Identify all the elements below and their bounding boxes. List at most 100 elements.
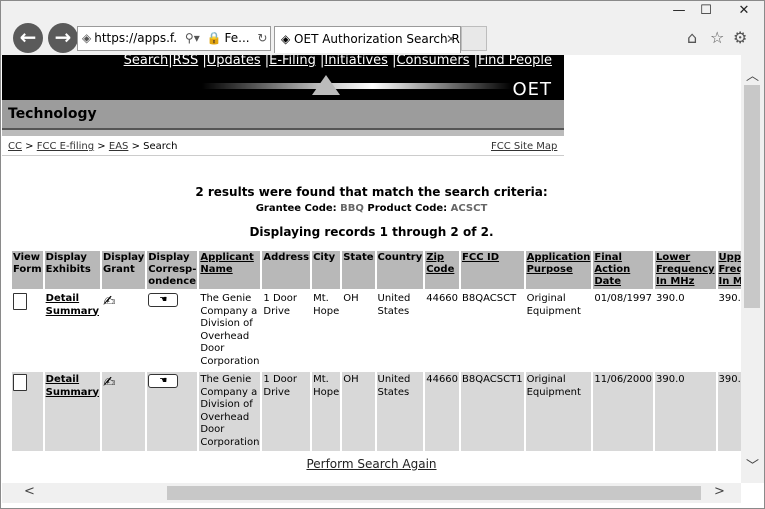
settings-icon[interactable]: ⚙ [733,28,747,47]
grantee-label: Grantee Code: [255,203,337,214]
cell-state: OH [341,370,377,451]
table-header-row: View Form Display Exhibits Display Grant… [12,251,741,290]
nav-link-updates[interactable]: Updates [207,55,261,68]
correspondence-icon[interactable]: ☚ [148,293,179,307]
vertical-scrollbar[interactable]: ︿ ﹀ [741,55,764,483]
search-criteria: Grantee Code: BBQ Product Code: ACSCT [2,203,741,214]
summary-link[interactable]: Summary [46,387,99,398]
sort-lower-frequency[interactable]: Lower Frequency In MHz [656,252,715,287]
cell-country: United States [375,370,426,451]
col-display-correspondence: Display Corresp-ondence [146,251,200,290]
page-viewport: Search|RSS |Updates |E-Filing |Initiativ… [2,55,741,483]
address-bar[interactable]: ◈ https://apps.f. ⚲▾ 🔒 Fe... ↻ [77,26,271,51]
home-icon[interactable]: ⌂ [687,28,697,47]
cell-applicant: The Genie Company a Division of Overhead… [198,370,263,451]
nav-link-efiling[interactable]: E-Filing [269,55,316,68]
product-value: ACSCT [450,203,488,214]
nav-link-find-people[interactable]: Find People [478,55,552,68]
sort-application-purpose[interactable]: Application Purpose [527,252,591,275]
cell-final-date: 11/06/2000 [592,370,656,451]
nav-link-search[interactable]: Search [124,55,169,68]
cell-city: Mt. Hope [311,370,343,451]
correspondence-icon[interactable]: ☚ [148,374,179,388]
grant-icon[interactable]: ✍ [103,293,123,309]
cell-purpose: Original Equipment [524,289,594,371]
tab-icon: ◈ [281,32,295,46]
col-view-form: View Form [12,251,45,290]
breadcrumb-sep: > [97,141,106,152]
nav-link-consumers[interactable]: Consumers [396,55,469,68]
nav-link-initiatives[interactable]: Initiatives [324,55,388,68]
header-triangle-icon [312,75,340,95]
vertical-scroll-thumb[interactable] [744,85,760,308]
displaying-records: Displaying records 1 through 2 of 2. [249,225,494,239]
browser-titlebar: — ☐ ✕ ← → ◈ https://apps.f. ⚲▾ 🔒 Fe... ↻ ◈… [1,1,764,55]
cell-fcc-id: B8QACSCT [460,289,526,371]
horizontal-scrollbar[interactable]: < > [2,483,741,503]
perform-search-again-link[interactable]: Perform Search Again [2,457,741,471]
site-name: Fe... [224,31,250,45]
col-country: Country [375,251,426,290]
close-button[interactable]: ✕ [729,3,759,18]
grant-icon[interactable]: ✍ [103,374,123,390]
cell-fcc-id: B8QACSCT1 [460,370,526,451]
cell-state: OH [341,289,377,371]
lock-icon: 🔒 [206,31,222,45]
maximize-button[interactable]: ☐ [691,3,721,18]
back-button[interactable]: ← [13,23,43,53]
summary-link[interactable]: Summary [46,306,99,317]
detail-link[interactable]: Detail [46,374,79,385]
cell-upper-freq: 390.0 [716,370,741,451]
tab-close-icon[interactable]: ✕ [446,27,456,52]
cell-country: United States [375,289,426,371]
view-form-icon[interactable] [13,293,27,310]
table-row: Detail Summary ✍ ☚ The Genie Company a Di… [12,289,741,371]
breadcrumb-efiling[interactable]: FCC E-filing [37,141,94,152]
detail-link[interactable]: Detail [46,293,79,304]
scroll-right-icon[interactable]: > [714,484,725,499]
scroll-down-icon[interactable]: ﹀ [746,455,759,474]
forward-button[interactable]: → [48,23,78,53]
grantee-value: BBQ [340,203,364,214]
nav-link-rss[interactable]: RSS [173,55,199,68]
scroll-up-icon[interactable]: ︿ [746,65,759,84]
breadcrumb-eas[interactable]: EAS [109,141,129,152]
tab-oet-search[interactable]: ◈ OET Authorization Search R... ✕ [274,26,461,53]
product-label: Product Code: [367,203,448,214]
sort-applicant-name[interactable]: Applicant Name [200,252,254,275]
col-state: State [341,251,377,290]
col-display-exhibits: Display Exhibits [43,251,103,290]
table-row: Detail Summary ✍ ☚ The Genie Company a Di… [12,370,741,451]
site-map-link[interactable]: FCC Site Map [491,141,557,152]
cell-zip: 44660 [424,370,462,451]
cell-upper-freq: 390.0 [716,289,741,371]
cell-address: 1 Door Drive [261,370,313,451]
results-count: 2 results were found that match the sear… [195,185,548,199]
cell-lower-freq: 390.0 [654,289,718,371]
favorites-icon[interactable]: ☆ [710,28,724,47]
minimize-button[interactable]: — [664,3,694,18]
sort-upper-frequency[interactable]: Upper Frequency In MHz [719,252,741,287]
search-icon[interactable]: ⚲▾ [185,27,200,50]
sort-final-action-date[interactable]: Final Action Date [594,252,630,287]
breadcrumb: CC > FCC E-filing > EAS > Search [8,141,178,152]
scroll-left-icon[interactable]: < [24,484,35,499]
view-form-icon[interactable] [13,374,27,391]
fcc-top-nav: Search|RSS |Updates |E-Filing |Initiativ… [2,55,564,100]
refresh-icon[interactable]: ↻ [257,27,267,50]
sort-zip-code[interactable]: Zip Code [426,252,454,275]
col-address: Address [261,251,313,290]
breadcrumb-fcc[interactable]: CC [8,141,22,152]
horizontal-scroll-thumb[interactable] [167,486,701,500]
results-table: View Form Display Exhibits Display Grant… [12,251,741,451]
breadcrumb-current: Search [143,141,178,152]
tab-title: OET Authorization Search R... [294,32,461,46]
cell-final-date: 01/08/1997 [592,289,656,371]
new-tab-button[interactable] [461,26,487,51]
sort-fcc-id[interactable]: FCC ID [462,252,499,263]
site-icon: ◈ [82,31,92,45]
cell-purpose: Original Equipment [524,370,594,451]
address-text: https://apps.f. [94,31,178,45]
cell-lower-freq: 390.0 [654,370,718,451]
oet-logo: OET [512,79,552,100]
